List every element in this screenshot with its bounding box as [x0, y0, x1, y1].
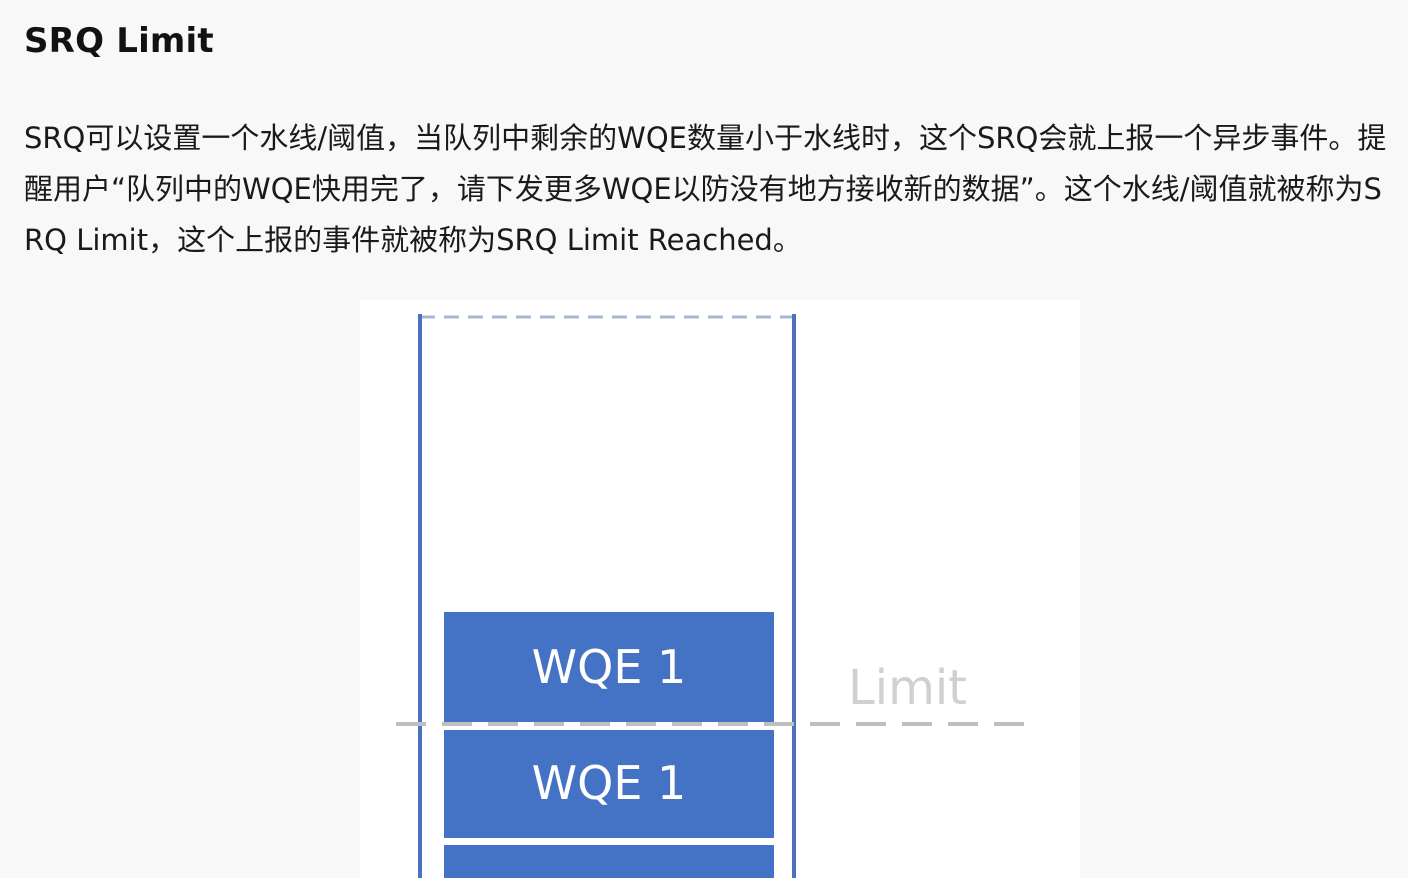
description-paragraph: SRQ可以设置一个水线/阈值，当队列中剩余的WQE数量小于水线时，这个SRQ会就… — [24, 121, 1387, 257]
article: SRQ Limit SRQ可以设置一个水线/阈值，当队列中剩余的WQE数量小于水… — [0, 0, 1408, 878]
srq-limit-diagram: WQE 1 WQE 1 Limit — [360, 300, 1080, 878]
wqe-entry-2-label: WQE 1 — [532, 756, 687, 810]
section-heading: SRQ Limit — [24, 21, 214, 61]
wqe-entry-1-label: WQE 1 — [532, 640, 687, 694]
wqe-entry-3-block — [444, 845, 774, 878]
limit-label: Limit — [848, 660, 967, 716]
